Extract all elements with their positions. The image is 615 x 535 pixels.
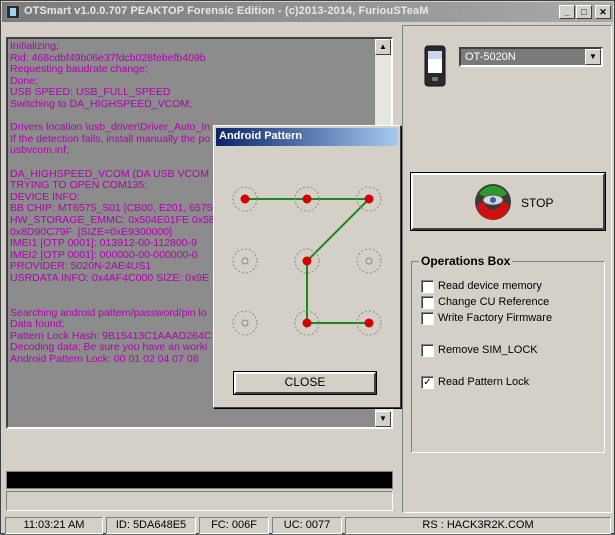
status-time: 11:03:21 AM <box>5 517 103 534</box>
sphere-icon <box>475 184 511 220</box>
phone-icon <box>424 45 446 87</box>
checkbox[interactable] <box>421 312 434 325</box>
checkbox[interactable] <box>421 280 434 293</box>
operations-title: Operations Box <box>419 254 513 268</box>
log-line: Initializing; <box>10 41 60 52</box>
stop-button[interactable]: STOP <box>410 172 606 231</box>
log-line: Requesting baudrate change; <box>10 63 148 76</box>
chevron-down-icon[interactable]: ▼ <box>585 49 601 65</box>
pattern-node-active <box>302 194 312 204</box>
checkbox[interactable] <box>421 296 434 309</box>
checkbox-checked[interactable]: ✓ <box>421 376 434 389</box>
status-bar: 11:03:21 AM ID: 5DA648E5 FC: 006F UC: 00… <box>1 515 615 535</box>
option-label: Write Factory Firmware <box>438 312 553 324</box>
pattern-node <box>241 257 249 265</box>
info-box <box>6 491 393 511</box>
maximize-button[interactable]: □ <box>576 5 592 19</box>
window-title: OTSmart v1.0.0.707 PEAKTOP Forensic Edit… <box>24 5 429 17</box>
pattern-node-ring <box>356 248 382 274</box>
status-fc: FC: 006F <box>199 517 269 534</box>
option-label: Read Pattern Lock <box>438 376 530 388</box>
dialog-title[interactable]: Android Pattern <box>216 128 398 146</box>
pattern-node-ring <box>232 248 258 274</box>
pattern-grid <box>232 186 382 336</box>
close-button[interactable]: CLOSE <box>233 371 377 395</box>
pattern-segment <box>306 198 370 262</box>
device-model-value: OT-5020N <box>465 51 516 63</box>
option-label: Read device memory <box>438 280 542 292</box>
android-pattern-dialog: Android Pattern CLOSE <box>213 125 401 408</box>
progress-bar <box>6 471 393 489</box>
pattern-node <box>241 319 249 327</box>
status-id: ID: 5DA648E5 <box>106 517 196 534</box>
log-line: Switching to DA_HIGHSPEED_VCOM; <box>10 97 193 110</box>
minimize-button[interactable]: _ <box>559 5 575 19</box>
option-label: Change CU Reference <box>438 296 550 308</box>
pattern-node-ring <box>232 310 258 336</box>
checkbox[interactable] <box>421 344 434 357</box>
pattern-node-active <box>302 256 312 266</box>
scroll-down-button[interactable]: ▼ <box>375 411 391 427</box>
close-window-button[interactable]: ✕ <box>595 5 611 19</box>
stop-label: STOP <box>521 196 554 210</box>
pattern-node-active <box>364 318 374 328</box>
status-uc: UC: 0077 <box>272 517 342 534</box>
scroll-up-button[interactable]: ▲ <box>375 39 391 55</box>
main-window: OTSmart v1.0.0.707 PEAKTOP Forensic Edit… <box>0 0 615 534</box>
pattern-node-active <box>240 194 250 204</box>
device-model-select[interactable]: OT-5020N ▼ <box>459 47 603 67</box>
pattern-node <box>365 257 373 265</box>
app-icon <box>6 5 20 19</box>
option-label: Remove SIM_LOCK <box>438 344 538 356</box>
pattern-node-active <box>302 318 312 328</box>
status-rs: RS : HACK3R2K.COM <box>345 517 611 534</box>
pattern-node-active <box>364 194 374 204</box>
title-bar[interactable]: OTSmart v1.0.0.707 PEAKTOP Forensic Edit… <box>2 2 613 22</box>
